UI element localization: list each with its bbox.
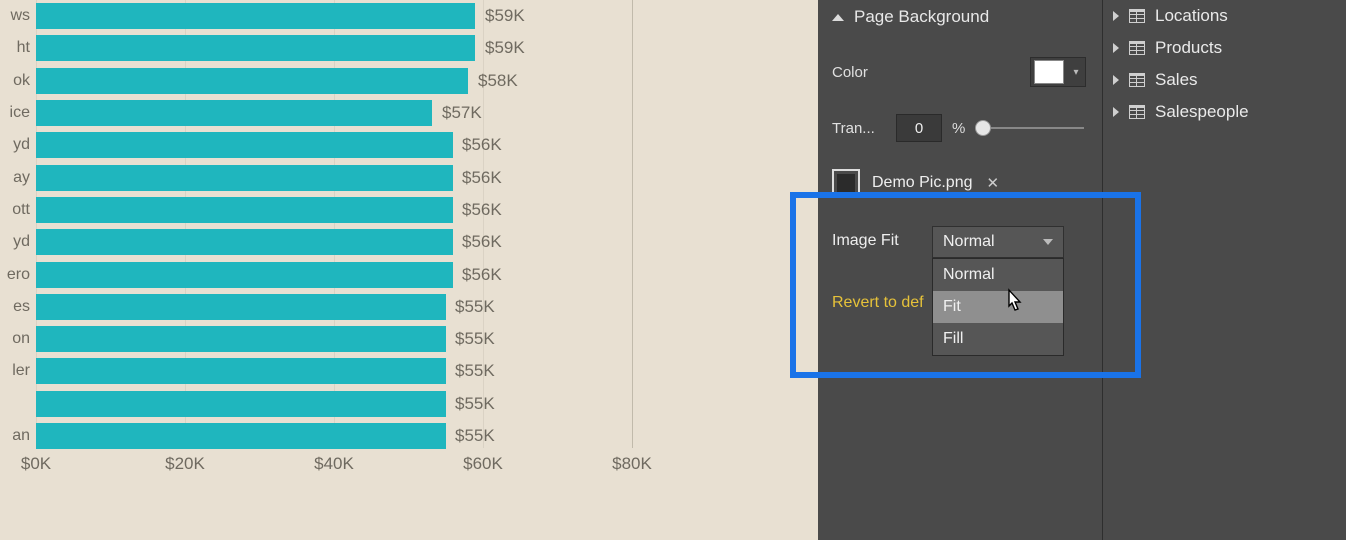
bar-value-label: $57K <box>442 103 482 123</box>
chevron-right-icon <box>1113 75 1119 85</box>
bar-value-label: $56K <box>462 265 502 285</box>
color-picker[interactable]: ▾ <box>1030 57 1086 87</box>
bar[interactable] <box>36 294 446 320</box>
field-table-products[interactable]: Products <box>1113 32 1336 64</box>
bar[interactable] <box>36 423 446 449</box>
image-fit-label: Image Fit <box>832 226 918 250</box>
bar-category-label: ok <box>0 72 30 90</box>
bar[interactable] <box>36 3 475 29</box>
report-canvas[interactable]: ws $59K ht $59K ok $58K ice $57K yd $56K ay $5… <box>0 0 818 540</box>
bar-value-label: $55K <box>455 361 495 381</box>
chevron-up-icon <box>832 14 844 21</box>
bar-category-label: on <box>0 330 30 348</box>
table-icon <box>1129 105 1145 119</box>
transparency-input[interactable]: 0 <box>896 114 942 142</box>
table-icon <box>1129 73 1145 87</box>
bar[interactable] <box>36 262 453 288</box>
bar-value-label: $56K <box>462 232 502 252</box>
bar[interactable] <box>36 132 453 158</box>
bar-category-label: ice <box>0 104 30 122</box>
dropdown-list: Normal Fit Fill <box>932 258 1064 356</box>
revert-to-default-link[interactable]: Revert to def <box>832 294 938 312</box>
transparency-slider[interactable] <box>975 118 1086 138</box>
bar[interactable] <box>36 165 453 191</box>
field-label: Locations <box>1155 6 1228 26</box>
percent-label: % <box>952 120 965 137</box>
color-label: Color <box>832 64 906 81</box>
bar-category-label: ler <box>0 362 30 380</box>
axis-tick: $0K <box>21 454 51 474</box>
bar-category-label: ht <box>0 39 30 57</box>
chevron-down-icon <box>1043 239 1053 245</box>
axis-tick: $80K <box>612 454 652 474</box>
bar-category-label: ott <box>0 201 30 219</box>
bar-value-label: $55K <box>455 426 495 446</box>
chevron-down-icon: ▾ <box>1067 67 1085 78</box>
bar-value-label: $56K <box>462 168 502 188</box>
chevron-right-icon <box>1113 11 1119 21</box>
bar-value-label: $55K <box>455 329 495 349</box>
slider-thumb[interactable] <box>975 120 991 136</box>
bar-category-label: ay <box>0 169 30 187</box>
bar-value-label: $55K <box>455 297 495 317</box>
dropdown-option-fit[interactable]: Fit <box>933 291 1063 323</box>
bar-category-label: ws <box>0 7 30 25</box>
color-swatch <box>1034 60 1064 84</box>
axis-tick: $20K <box>165 454 205 474</box>
chevron-right-icon <box>1113 107 1119 117</box>
image-thumbnail[interactable] <box>832 169 860 197</box>
bar-category-label: yd <box>0 233 30 251</box>
bar-value-label: $58K <box>478 71 518 91</box>
fields-pane[interactable]: Locations Products Sales Salespeople <box>1102 0 1346 540</box>
bar[interactable] <box>36 197 453 223</box>
bar[interactable] <box>36 68 468 94</box>
bar-value-label: $59K <box>485 38 525 58</box>
axis-tick: $40K <box>314 454 354 474</box>
bar[interactable] <box>36 229 453 255</box>
axis-tick: $60K <box>463 454 503 474</box>
bar-value-label: $56K <box>462 135 502 155</box>
bar-category-label: ero <box>0 266 30 284</box>
bar[interactable] <box>36 326 446 352</box>
dropdown-selected[interactable]: Normal <box>932 226 1064 258</box>
bar-category-label: yd <box>0 136 30 154</box>
remove-image-button[interactable]: ✕ <box>987 174 1000 192</box>
field-table-sales[interactable]: Sales <box>1113 64 1336 96</box>
bar-category-label: es <box>0 298 30 316</box>
bar-chart[interactable]: ws $59K ht $59K ok $58K ice $57K yd $56K ay $5… <box>0 0 818 452</box>
chevron-right-icon <box>1113 43 1119 53</box>
x-axis: $0K $20K $40K $60K $80K <box>0 448 818 488</box>
section-title: Page Background <box>854 7 989 27</box>
format-pane[interactable]: Page Background Color ▾ Tran... 0 % Demo… <box>818 0 1102 540</box>
dropdown-value: Normal <box>943 233 995 251</box>
bar-category-label: an <box>0 427 30 445</box>
table-icon <box>1129 41 1145 55</box>
field-label: Sales <box>1155 70 1198 90</box>
bar[interactable] <box>36 35 475 61</box>
section-page-background[interactable]: Page Background <box>832 0 1086 34</box>
field-label: Products <box>1155 38 1222 58</box>
bar-value-label: $55K <box>455 394 495 414</box>
bar[interactable] <box>36 391 446 417</box>
bar-value-label: $56K <box>462 200 502 220</box>
field-label: Salespeople <box>1155 102 1249 122</box>
image-fit-dropdown[interactable]: Normal Normal Fit Fill <box>932 226 1064 356</box>
transparency-label: Tran... <box>832 120 886 137</box>
dropdown-option-normal[interactable]: Normal <box>933 259 1063 291</box>
bar[interactable] <box>36 100 432 126</box>
field-table-salespeople[interactable]: Salespeople <box>1113 96 1336 128</box>
image-filename: Demo Pic.png <box>872 174 973 192</box>
bar[interactable] <box>36 358 446 384</box>
bar-value-label: $59K <box>485 6 525 26</box>
table-icon <box>1129 9 1145 23</box>
dropdown-option-fill[interactable]: Fill <box>933 323 1063 355</box>
field-table-locations[interactable]: Locations <box>1113 0 1336 32</box>
